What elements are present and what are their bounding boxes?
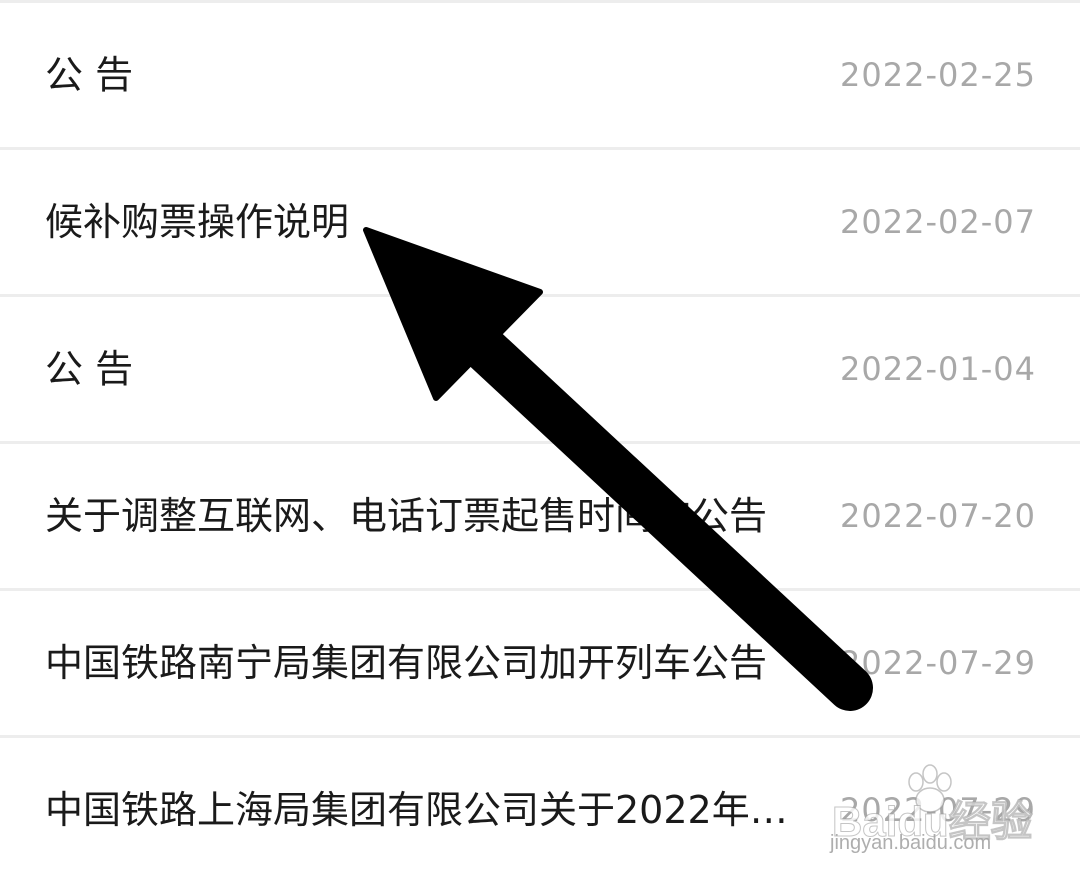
notice-title: 公 告 <box>45 347 134 391</box>
notice-date: 2022-07-20 <box>840 497 1036 535</box>
notice-title: 公 告 <box>45 53 134 97</box>
notice-date: 2022-02-25 <box>840 56 1036 94</box>
notice-title: 关于调整互联网、电话订票起售时间的公告 <box>45 494 768 538</box>
notice-list: 公 告 2022-02-25 候补购票操作说明 2022-02-07 公 告 2… <box>0 0 1080 882</box>
notice-item[interactable]: 公 告 2022-02-25 <box>0 3 1080 150</box>
notice-date: 2022-07-29 <box>840 644 1036 682</box>
notice-date: 2022-07-29 <box>840 791 1036 829</box>
notice-title: 中国铁路南宁局集团有限公司加开列车公告 <box>45 641 768 685</box>
notice-date: 2022-01-04 <box>840 350 1036 388</box>
notice-item[interactable]: 中国铁路南宁局集团有限公司加开列车公告 2022-07-29 <box>0 591 1080 738</box>
notice-title: 候补购票操作说明 <box>45 200 350 244</box>
notice-date: 2022-02-07 <box>840 203 1036 241</box>
notice-item[interactable]: 中国铁路上海局集团有限公司关于2022年… 2022-07-29 <box>0 738 1080 882</box>
notice-title: 中国铁路上海局集团有限公司关于2022年… <box>45 788 788 832</box>
notice-item[interactable]: 公 告 2022-01-04 <box>0 297 1080 444</box>
notice-item[interactable]: 候补购票操作说明 2022-02-07 <box>0 150 1080 297</box>
notice-item[interactable]: 关于调整互联网、电话订票起售时间的公告 2022-07-20 <box>0 444 1080 591</box>
